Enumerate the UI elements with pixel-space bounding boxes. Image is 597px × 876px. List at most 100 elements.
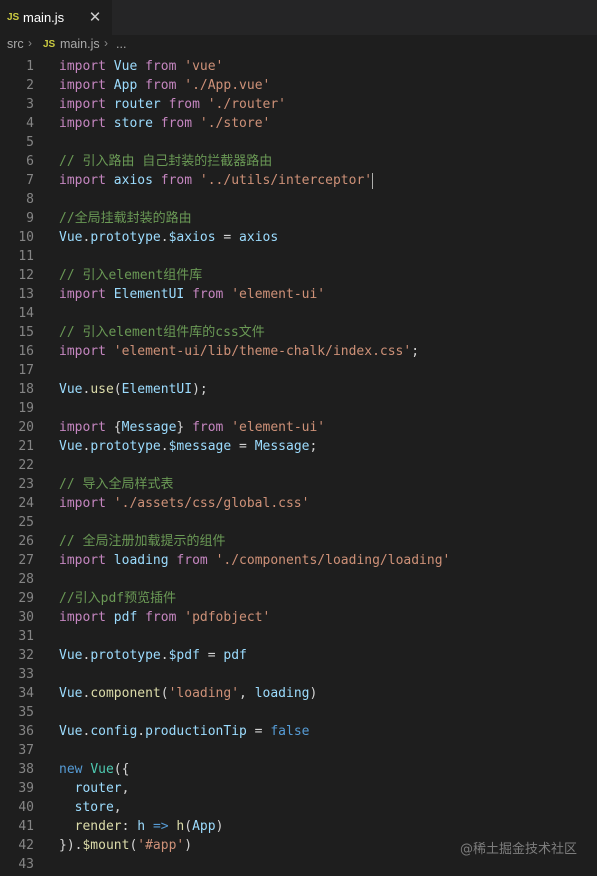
code-token: './assets/css/global.css' [113,496,310,511]
code-token: Message [121,420,177,435]
code-line[interactable]: 11 [0,247,597,266]
line-number: 34 [18,686,34,701]
code-token: // 引入element组件库 [59,268,203,283]
line-code: import axios from '../utils/interceptor' [59,171,374,190]
code-token: prototype [90,648,161,663]
code-line[interactable]: 43 [0,855,597,874]
line-code: import pdf from 'pdfobject' [59,608,270,627]
code-token: Vue [59,382,83,397]
line-code: // 引入element组件库 [59,266,202,285]
code-line[interactable]: 7 import axios from '../utils/interceptor… [0,171,597,190]
code-line[interactable]: 35 [0,703,597,722]
line-code: // 引入element组件库的css文件 [59,323,265,342]
chevron-right-icon: › [28,36,32,50]
code-token: import [59,116,106,131]
code-line[interactable]: 20 import {Message} from 'element-ui' [0,418,597,437]
line-number: 11 [18,249,34,264]
tab-bar: JS main.js ✕ [0,0,597,35]
code-token: pdf [223,648,247,663]
code-token: 'vue' [184,59,224,74]
code-line[interactable]: 26 // 全局注册加载提示的组件 [0,532,597,551]
line-number: 25 [18,515,34,530]
line-number: 10 [18,230,34,245]
code-line[interactable]: 41 render: h => h(App) [0,817,597,836]
breadcrumb-symbols[interactable]: ... [116,37,126,51]
code-line[interactable]: 33 [0,665,597,684]
code-token: 'element-ui' [231,287,326,302]
code-line[interactable]: 36 Vue.config.productionTip = false [0,722,597,741]
code-line[interactable]: 18 Vue.use(ElementUI); [0,380,597,399]
code-line[interactable]: 19 [0,399,597,418]
code-line[interactable]: 30 import pdf from 'pdfobject' [0,608,597,627]
code-line[interactable]: 38 new Vue({ [0,760,597,779]
code-token: , [113,800,122,815]
line-number: 19 [18,401,34,416]
line-number: 23 [18,477,34,492]
line-code: import Vue from 'vue' [59,57,223,76]
code-line[interactable]: 9 //全局挂载封装的路由 [0,209,597,228]
code-line[interactable]: 25 [0,513,597,532]
line-number: 8 [26,192,34,207]
line-number: 7 [26,173,34,188]
code-token: } [176,420,193,435]
code-line[interactable]: 37 [0,741,597,760]
line-number: 17 [18,363,34,378]
code-line[interactable]: 8 [0,190,597,209]
code-line[interactable]: 5 [0,133,597,152]
close-icon[interactable]: ✕ [86,8,104,26]
code-line[interactable]: 39 router, [0,779,597,798]
tab-main-js[interactable]: JS main.js ✕ [0,0,112,35]
code-line[interactable]: 34 Vue.component('loading', loading) [0,684,597,703]
code-line[interactable]: 40 store, [0,798,597,817]
code-line[interactable]: 4 import store from './store' [0,114,597,133]
code-line[interactable]: 32 Vue.prototype.$pdf = pdf [0,646,597,665]
code-line[interactable]: 27 import loading from './components/load… [0,551,597,570]
code-line[interactable]: 14 [0,304,597,323]
code-token: // 引入路由 自己封装的拦截器路由 [59,154,273,169]
code-line[interactable]: 12 // 引入element组件库 [0,266,597,285]
code-line[interactable]: 22 [0,456,597,475]
code-token: from [168,97,200,112]
code-token: Message [254,439,310,454]
line-code: import loading from './components/loadin… [59,551,450,570]
breadcrumb-file[interactable]: main.js [60,37,100,51]
code-line[interactable]: 3 import router from './router' [0,95,597,114]
breadcrumb: src › JS main.js › ... [0,35,597,55]
line-code: Vue.prototype.$message = Message; [59,437,317,456]
code-token: //引入pdf预览插件 [59,591,177,606]
code-line[interactable]: 10 Vue.prototype.$axios = axios [0,228,597,247]
code-line[interactable]: 15 // 引入element组件库的css文件 [0,323,597,342]
code-line[interactable]: 1 import Vue from 'vue' [0,57,597,76]
code-line[interactable]: 17 [0,361,597,380]
code-line[interactable]: 29 //引入pdf预览插件 [0,589,597,608]
line-code: Vue.prototype.$axios = axios [59,228,278,247]
code-line[interactable]: 13 import ElementUI from 'element-ui' [0,285,597,304]
code-line[interactable]: 21 Vue.prototype.$message = Message; [0,437,597,456]
code-line[interactable]: 6 // 引入路由 自己封装的拦截器路由 [0,152,597,171]
line-code: import store from './store' [59,114,270,133]
line-number: 21 [18,439,34,454]
code-token: // 全局注册加载提示的组件 [59,534,226,549]
line-number: 39 [18,781,34,796]
code-token: = [246,724,271,739]
line-code: new Vue({ [59,760,129,779]
code-token: from [160,173,193,188]
code-line[interactable]: 28 [0,570,597,589]
line-number: 29 [18,591,34,606]
code-token: false [270,724,310,739]
code-line[interactable]: 2 import App from './App.vue' [0,76,597,95]
code-line[interactable]: 23 // 导入全局样式表 [0,475,597,494]
code-token: './router' [207,97,287,112]
breadcrumb-folder-src[interactable]: src [7,37,24,51]
code-token: ; [309,439,318,454]
code-line[interactable]: 31 [0,627,597,646]
code-token: Vue [59,439,83,454]
code-line[interactable]: 16 import 'element-ui/lib/theme-chalk/ind… [0,342,597,361]
code-line[interactable]: 24 import './assets/css/global.css' [0,494,597,513]
line-code: import ElementUI from 'element-ui' [59,285,325,304]
line-number: 2 [26,78,34,93]
code-editor[interactable]: 1 import Vue from 'vue' 2 import App from '… [0,55,597,876]
